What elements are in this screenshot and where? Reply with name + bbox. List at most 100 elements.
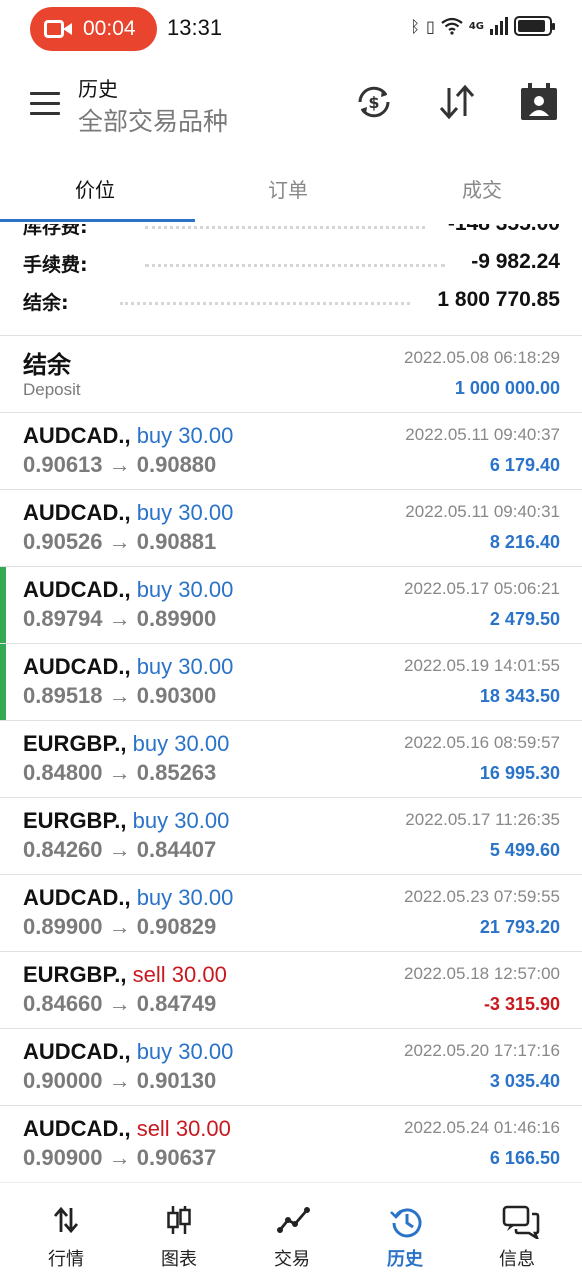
deal-time: 2022.05.11 09:40:37 (405, 425, 560, 444)
deal-row[interactable]: AUDCAD., buy 30.00 0.89794 → 0.89900 2022.… (0, 567, 582, 644)
deal-side: buy (136, 500, 173, 525)
deal-time: 2022.05.17 11:26:35 (405, 810, 560, 829)
deal-symbol: AUDCAD., (23, 1116, 131, 1141)
deal-volume: 30.00 (178, 1039, 234, 1064)
deal-row[interactable]: AUDCAD., buy 30.00 0.90613 → 0.90880 2022.… (0, 413, 582, 490)
deal-profit: 8 216.40 (489, 532, 560, 552)
deal-side: buy (136, 654, 173, 679)
sort-arrows-icon[interactable] (437, 82, 477, 122)
nav-label: 图表 (161, 1249, 197, 1270)
deal-header: AUDCAD., buy 30.00 (23, 423, 233, 449)
symbol-filter[interactable]: 全部交易品种 (78, 102, 228, 138)
deal-prices: 0.84260 → 0.84407 (23, 837, 217, 862)
deal-profit: 5 499.60 (489, 840, 560, 860)
deal-header: AUDCAD., buy 30.00 (23, 885, 233, 911)
deal-header: AUDCAD., buy 30.00 (23, 1039, 233, 1065)
deal-time: 2022.05.11 09:40:31 (405, 502, 560, 521)
deal-prices: 0.90613 → 0.90880 (23, 452, 217, 477)
bluetooth-icon: ᛒ (410, 16, 421, 36)
deal-symbol: AUDCAD., (23, 577, 131, 602)
leader-dots (145, 226, 425, 229)
deal-time: 2022.05.19 14:01:55 (404, 656, 560, 675)
deal-row[interactable]: AUDCAD., buy 30.00 0.90000 → 0.90130 2022.… (0, 1029, 582, 1106)
nav-label: 历史 (387, 1249, 423, 1270)
nav-label: 信息 (499, 1249, 535, 1270)
bottom-navigation: 行情 图表 交易 历史 信息 (0, 1182, 582, 1280)
summary-value: -148 355.00 (448, 224, 560, 236)
deal-prices: 0.90526 → 0.90881 (23, 529, 217, 554)
balance-type: Deposit (23, 380, 81, 399)
deal-row[interactable]: AUDCAD., buy 30.00 0.89518 → 0.90300 2022.… (0, 644, 582, 721)
currency-exchange-icon[interactable]: $ (354, 82, 394, 122)
deal-header: EURGBP., buy 30.00 (23, 731, 229, 757)
nav-label: 行情 (48, 1249, 84, 1270)
deal-row[interactable]: EURGBP., buy 30.00 0.84800 → 0.85263 2022.… (0, 721, 582, 798)
deal-profit: 6 166.50 (489, 1148, 560, 1168)
deal-row[interactable]: AUDCAD., sell 30.00 0.90900 → 0.90637 2022… (0, 1106, 582, 1183)
deal-row[interactable]: EURGBP., buy 30.00 0.84260 → 0.84407 2022.… (0, 798, 582, 875)
battery-icon (514, 16, 555, 36)
deal-volume: 30.00 (171, 962, 227, 987)
video-camera-icon (44, 18, 74, 40)
deal-row[interactable]: AUDCAD., buy 30.00 0.89900 → 0.90829 2022.… (0, 875, 582, 952)
network-type-label: 4G (468, 20, 484, 32)
deal-header: AUDCAD., buy 30.00 (23, 500, 233, 526)
deal-time: 2022.05.24 01:46:16 (404, 1118, 560, 1137)
deal-profit: 18 343.50 (479, 686, 560, 706)
tab-orders[interactable]: 订单 (268, 174, 308, 203)
screen-record-pill[interactable]: 00:04 (30, 7, 157, 51)
deal-time: 2022.05.23 07:59:55 (404, 887, 560, 906)
svg-text:$: $ (368, 93, 379, 112)
deal-row[interactable]: EURGBP., sell 30.00 0.84660 → 0.84749 2022… (0, 952, 582, 1029)
tab-deals[interactable]: 成交 (462, 174, 502, 203)
deal-row[interactable]: AUDCAD., buy 30.00 0.90526 → 0.90881 2022.… (0, 490, 582, 567)
deal-time: 2022.05.18 12:57:00 (404, 964, 560, 983)
deal-header: EURGBP., buy 30.00 (23, 808, 229, 834)
deal-side: buy (136, 423, 173, 448)
vibrate-icon: ▯ (426, 16, 435, 36)
deal-side: buy (136, 885, 173, 910)
deal-prices: 0.84800 → 0.85263 (23, 760, 217, 785)
deal-profit: 16 995.30 (479, 763, 560, 783)
deal-profit: 21 793.20 (479, 917, 560, 937)
deal-volume: 30.00 (178, 423, 234, 448)
nav-chart[interactable]: 图表 (121, 1183, 237, 1280)
deal-header: AUDCAD., sell 30.00 (23, 1116, 231, 1142)
deal-volume: 30.00 (178, 500, 234, 525)
summary-row-swap: 库存费: -148 355.00 (0, 224, 582, 250)
deal-symbol: AUDCAD., (23, 885, 131, 910)
record-timer: 00:04 (83, 17, 136, 40)
deal-symbol: AUDCAD., (23, 654, 131, 679)
deal-prices: 0.89900 → 0.90829 (23, 914, 217, 939)
balance-title: 结余 (23, 351, 71, 379)
deal-volume: 30.00 (174, 808, 230, 833)
history-summary: 库存费: -148 355.00 手续费: -9 982.24 结余: 1 80… (0, 224, 582, 336)
deal-prices: 0.90900 → 0.90637 (23, 1145, 217, 1170)
deal-prices: 0.89794 → 0.89900 (23, 606, 217, 631)
deal-symbol: EURGBP., (23, 731, 127, 756)
chat-bubbles-icon (502, 1205, 540, 1239)
deal-header: EURGBP., sell 30.00 (23, 962, 227, 988)
nav-trade[interactable]: 交易 (234, 1183, 350, 1280)
nav-messages[interactable]: 信息 (459, 1183, 575, 1280)
deal-header: AUDCAD., buy 30.00 (23, 654, 233, 680)
calendar-person-icon[interactable] (519, 82, 559, 122)
menu-icon[interactable] (30, 92, 60, 116)
wifi-icon (441, 17, 463, 35)
deal-profit: 2 479.50 (489, 609, 560, 629)
deal-symbol: AUDCAD., (23, 1039, 131, 1064)
candlestick-chart-icon (167, 1206, 191, 1234)
leader-dots (145, 264, 445, 267)
tab-prices[interactable]: 价位 (75, 174, 115, 203)
tab-bar: 价位 订单 成交 (0, 160, 582, 224)
deal-time: 2022.05.20 17:17:16 (404, 1041, 560, 1060)
summary-label: 手续费: (23, 254, 88, 276)
nav-quotes[interactable]: 行情 (8, 1183, 124, 1280)
balance-entry[interactable]: 结余 Deposit 2022.05.08 06:18:29 1 000 000… (0, 336, 582, 413)
summary-label: 库存费: (23, 224, 88, 238)
deal-profit: 3 035.40 (489, 1071, 560, 1091)
deal-symbol: EURGBP., (23, 808, 127, 833)
deal-profit: 1 000 000.00 (454, 378, 560, 398)
nav-history[interactable]: 历史 (347, 1183, 463, 1280)
deal-side: buy (136, 577, 173, 602)
